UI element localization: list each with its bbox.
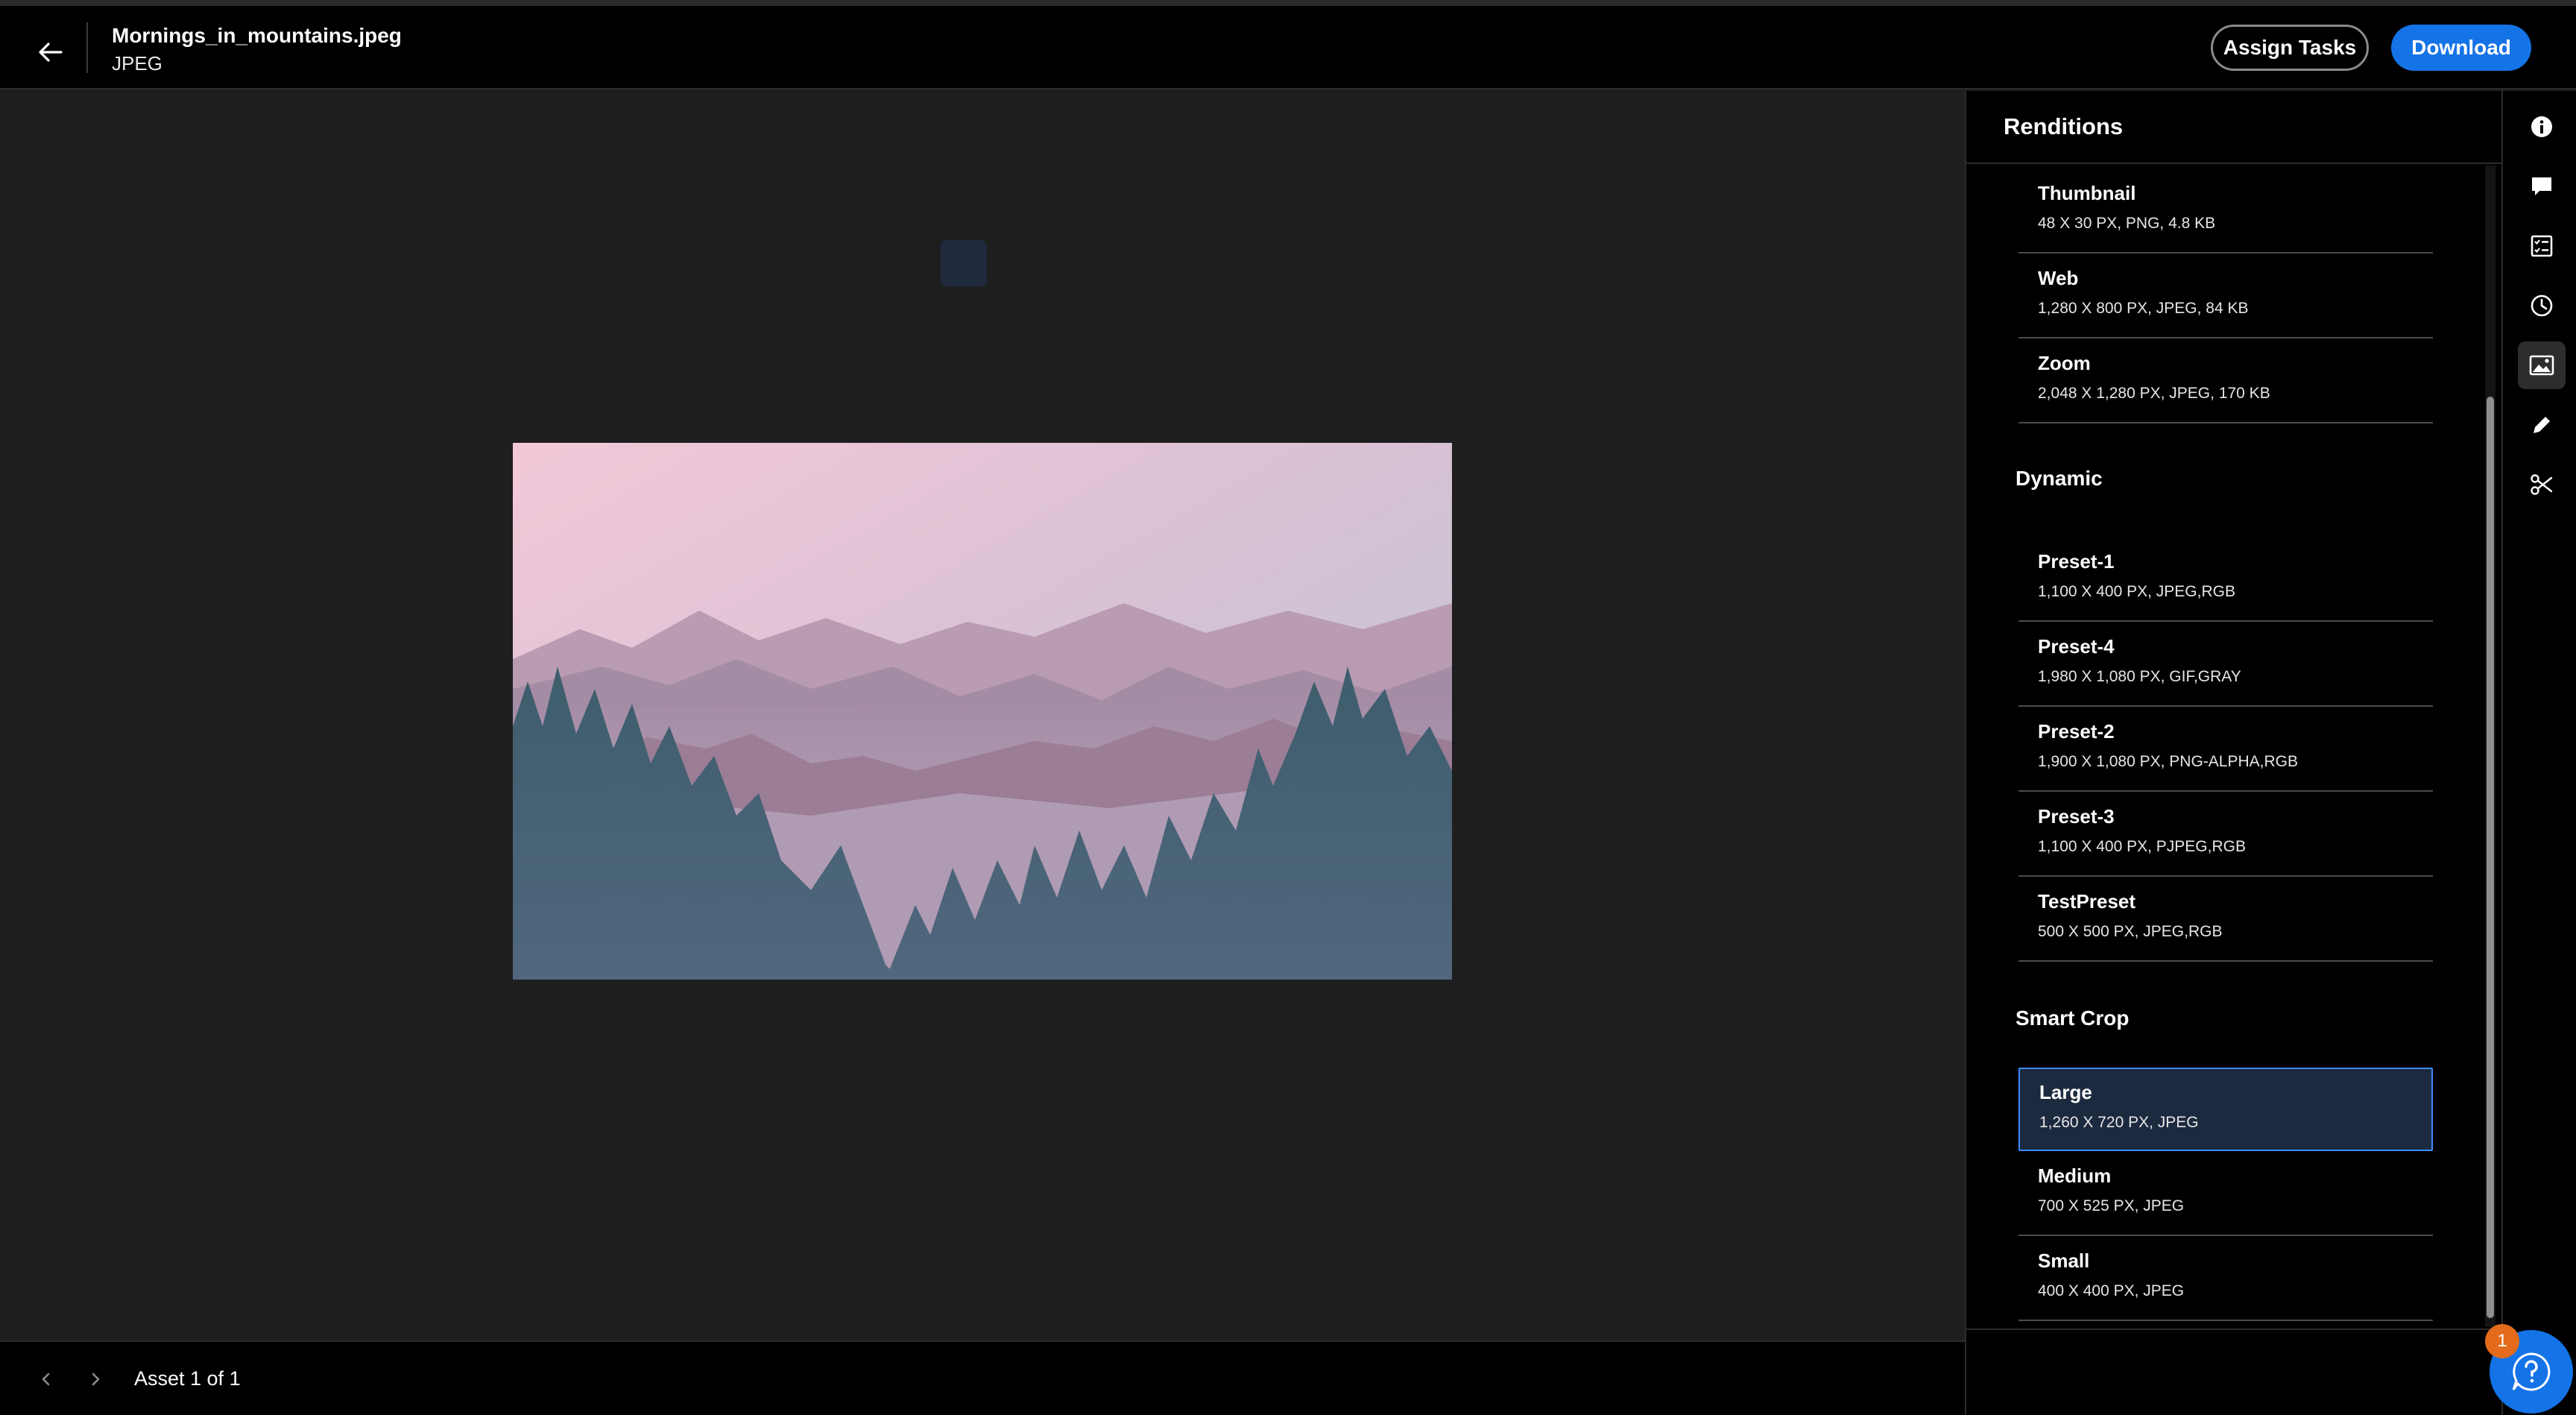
side-rail xyxy=(2501,91,2576,1415)
section-heading-smart-crop: Smart Crop xyxy=(2015,1006,2130,1030)
help-icon xyxy=(2512,1352,2551,1391)
rail-renditions-button[interactable] xyxy=(2518,341,2566,389)
rendition-name: Preset-3 xyxy=(2038,805,2115,828)
loading-indicator xyxy=(941,240,987,286)
rendition-name: Web xyxy=(2038,267,2079,289)
rail-comments-button[interactable] xyxy=(2518,163,2566,210)
asset-counter: Asset 1 of 1 xyxy=(134,1367,241,1390)
rendition-testpreset[interactable]: TestPreset 500 X 500 PX, JPEG,RGB xyxy=(2018,878,2433,962)
rendition-preset-2[interactable]: Preset-2 1,900 X 1,080 PX, PNG-ALPHA,RGB xyxy=(2018,708,2433,792)
rendition-name: TestPreset xyxy=(2038,890,2136,913)
renditions-icon xyxy=(2529,355,2554,376)
file-type: JPEG xyxy=(112,52,162,75)
rendition-name: Thumbnail xyxy=(2038,182,2136,204)
notification-badge: 1 xyxy=(2485,1324,2519,1358)
section-heading-dynamic: Dynamic xyxy=(2015,467,2103,490)
download-button[interactable]: Download xyxy=(2391,25,2531,71)
rendition-meta: 1,980 X 1,080 PX, GIF,GRAY xyxy=(2038,668,2241,685)
info-icon xyxy=(2531,116,2552,137)
rendition-web[interactable]: Web 1,280 X 800 PX, JPEG, 84 KB xyxy=(2018,255,2433,338)
asset-footer: Asset 1 of 1 xyxy=(0,1340,1965,1415)
rendition-preset-3[interactable]: Preset-3 1,100 X 400 PX, PJPEG,RGB xyxy=(2018,793,2433,877)
rail-tasks-button[interactable] xyxy=(2518,222,2566,270)
crop-icon xyxy=(2531,474,2553,495)
rendition-meta: 400 X 400 PX, JPEG xyxy=(2038,1282,2185,1299)
next-asset-button[interactable] xyxy=(80,1364,110,1394)
chevron-right-icon xyxy=(92,1373,100,1386)
rendition-name: Zoom xyxy=(2038,352,2091,374)
chevron-left-icon xyxy=(42,1373,50,1386)
rail-history-button[interactable] xyxy=(2518,282,2566,330)
renditions-panel: Renditions Thumbnail 48 X 30 PX, PNG, 4.… xyxy=(1965,91,2503,1415)
rendition-name: Medium xyxy=(2038,1165,2112,1187)
rendition-meta: 1,280 X 800 PX, JPEG, 84 KB xyxy=(2038,300,2249,317)
rendition-preset-4[interactable]: Preset-4 1,980 X 1,080 PX, GIF,GRAY xyxy=(2018,623,2433,707)
edit-icon xyxy=(2534,417,2550,433)
rendition-small[interactable]: Small 400 X 400 PX, JPEG xyxy=(2018,1238,2433,1321)
renditions-list[interactable]: Thumbnail 48 X 30 PX, PNG, 4.8 KB Web 1,… xyxy=(1966,164,2503,1327)
assign-tasks-button[interactable]: Assign Tasks xyxy=(2211,25,2369,71)
rendition-meta: 1,900 X 1,080 PX, PNG-ALPHA,RGB xyxy=(2038,753,2299,770)
rendition-zoom[interactable]: Zoom 2,048 X 1,280 PX, JPEG, 170 KB xyxy=(2018,340,2433,423)
file-name: Mornings_in_mountains.jpeg xyxy=(112,24,402,47)
rendition-name: Large xyxy=(2039,1081,2092,1103)
asset-viewer xyxy=(0,91,1965,1340)
rendition-meta: 500 X 500 PX, JPEG,RGB xyxy=(2038,923,2223,940)
rendition-meta: 700 X 525 PX, JPEG xyxy=(2038,1197,2185,1214)
mountain-landscape-image xyxy=(513,443,1452,980)
history-icon xyxy=(2531,294,2553,317)
rendition-meta: 2,048 X 1,280 PX, JPEG, 170 KB xyxy=(2038,385,2270,402)
rendition-meta: 1,260 X 720 PX, JPEG xyxy=(2039,1114,2199,1131)
rendition-name: Preset-4 xyxy=(2038,635,2115,658)
rendition-meta: 1,100 X 400 PX, JPEG,RGB xyxy=(2038,583,2235,600)
panel-bottom-divider xyxy=(1966,1329,2503,1330)
header-divider xyxy=(86,22,88,73)
scrollbar-thumb[interactable] xyxy=(2487,397,2494,1318)
panel-title: Renditions xyxy=(2004,113,2124,139)
back-button[interactable] xyxy=(30,31,72,73)
top-edge xyxy=(0,0,2576,6)
header-bar: Mornings_in_mountains.jpeg JPEG Assign T… xyxy=(0,6,2576,89)
rendition-name: Preset-1 xyxy=(2038,550,2115,573)
tasks-icon xyxy=(2531,235,2553,257)
asset-preview-image[interactable] xyxy=(513,443,1452,980)
rendition-name: Preset-2 xyxy=(2038,720,2115,743)
rail-info-button[interactable] xyxy=(2518,103,2566,151)
rendition-thumbnail[interactable]: Thumbnail 48 X 30 PX, PNG, 4.8 KB xyxy=(2018,170,2433,253)
rendition-meta: 48 X 30 PX, PNG, 4.8 KB xyxy=(2038,215,2216,232)
previous-asset-button[interactable] xyxy=(31,1364,61,1394)
rail-crop-button[interactable] xyxy=(2518,461,2566,508)
rendition-large[interactable]: Large 1,260 X 720 PX, JPEG xyxy=(2018,1068,2433,1151)
rendition-name: Small xyxy=(2038,1249,2090,1272)
comment-icon xyxy=(2532,177,2551,195)
rendition-preset-1[interactable]: Preset-1 1,100 X 400 PX, JPEG,RGB xyxy=(2018,538,2433,622)
rendition-medium[interactable]: Medium 700 X 525 PX, JPEG xyxy=(2018,1153,2433,1236)
arrow-left-icon xyxy=(39,42,63,62)
rendition-meta: 1,100 X 400 PX, PJPEG,RGB xyxy=(2038,838,2246,855)
rail-edit-button[interactable] xyxy=(2518,401,2566,449)
